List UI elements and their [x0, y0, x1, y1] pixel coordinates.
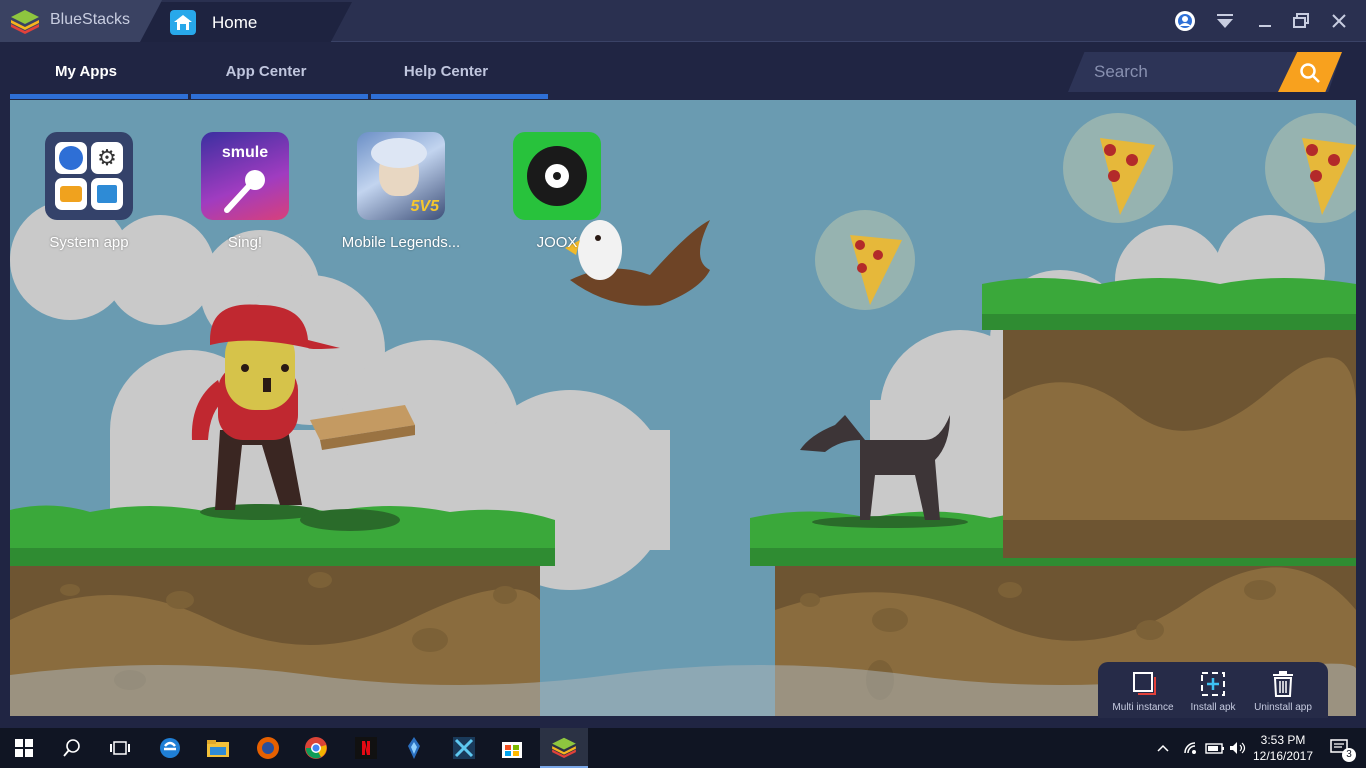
window-frame	[1356, 100, 1366, 720]
app-mobile-legends[interactable]: 5V5 Mobile Legends...	[326, 132, 476, 253]
app-launcher-icon[interactable]	[442, 728, 486, 768]
tool-label: Uninstall app	[1254, 702, 1312, 713]
chrome-icon[interactable]	[294, 728, 338, 768]
tool-panel: Multi instance Install apk Uninstall app	[1098, 662, 1328, 718]
clock-time: 3:53 PM	[1260, 733, 1306, 747]
mobile-legends-icon: 5V5	[357, 132, 445, 220]
app-label: JOOX	[536, 234, 578, 251]
app-system-app[interactable]: ⚙ System app	[14, 132, 164, 253]
window-frame	[0, 100, 10, 720]
tab-home-label: Home	[212, 13, 258, 32]
windows-taskbar: 3:53 PM 12/16/2017 3	[0, 728, 1366, 768]
install-apk-button[interactable]: Install apk	[1175, 662, 1251, 718]
store-icon[interactable]	[490, 728, 534, 768]
tool-label: Multi instance	[1112, 702, 1174, 713]
notifications-icon[interactable]: 3	[1318, 728, 1362, 768]
wifi-icon[interactable]	[1178, 728, 1204, 768]
tab-app-center[interactable]: App Center	[176, 63, 356, 80]
volume-icon[interactable]	[1226, 728, 1250, 768]
taskbar-search-icon[interactable]	[50, 728, 94, 768]
title-bar: BlueStacks Home	[0, 0, 1366, 42]
mobile-legends-badge: 5V5	[410, 198, 439, 215]
tab-underline	[191, 94, 368, 99]
search-icon	[1300, 63, 1320, 83]
app-label: Sing!	[227, 234, 263, 251]
notification-count-badge: 3	[1342, 748, 1356, 762]
account-icon[interactable]	[1172, 8, 1198, 34]
multi-instance-icon	[1133, 672, 1156, 695]
minimize-icon[interactable]	[1252, 8, 1278, 34]
tab-my-apps[interactable]: My Apps	[0, 63, 176, 80]
search-placeholder[interactable]: Search	[1094, 62, 1148, 82]
joox-icon	[513, 132, 601, 220]
battery-icon[interactable]	[1202, 728, 1228, 768]
file-explorer-icon[interactable]	[196, 728, 240, 768]
smule-brand-text: smule	[221, 144, 269, 161]
app-sing[interactable]: smule Sing!	[170, 132, 320, 253]
smule-icon: smule	[201, 132, 289, 220]
system-app-icon: ⚙	[45, 132, 133, 220]
install-apk-icon	[1201, 672, 1225, 696]
edge-icon[interactable]	[148, 728, 192, 768]
bluestacks-taskbar-icon[interactable]	[540, 728, 588, 768]
tab-underline-active	[10, 94, 188, 99]
system-clock[interactable]: 3:53 PM 12/16/2017	[1250, 732, 1316, 764]
uninstall-app-button[interactable]: Uninstall app	[1245, 662, 1321, 718]
bluestacks-logo-icon	[11, 10, 39, 34]
microphone-icon	[224, 170, 265, 213]
tool-label: Install apk	[1190, 702, 1236, 713]
task-view-icon[interactable]	[98, 728, 142, 768]
multi-instance-button[interactable]: Multi instance	[1105, 662, 1181, 718]
home-icon	[170, 10, 196, 35]
chevron-up-icon[interactable]	[1150, 728, 1176, 768]
windows-start-icon[interactable]	[2, 728, 46, 768]
menu-dropdown-icon[interactable]	[1212, 8, 1238, 34]
app-label: Mobile Legends...	[341, 234, 461, 251]
firefox-icon[interactable]	[246, 728, 290, 768]
tab-help-center[interactable]: Help Center	[356, 63, 536, 80]
trash-icon	[1273, 671, 1293, 697]
app-title: BlueStacks	[50, 11, 131, 28]
clock-date: 12/16/2017	[1252, 749, 1314, 763]
game-launcher-icon[interactable]	[392, 728, 436, 768]
restore-icon[interactable]	[1288, 8, 1314, 34]
netflix-icon[interactable]	[344, 728, 388, 768]
tab-underline	[371, 94, 548, 99]
app-joox[interactable]: JOOX	[482, 132, 632, 253]
app-label: System app	[49, 234, 129, 251]
close-icon[interactable]	[1326, 8, 1352, 34]
